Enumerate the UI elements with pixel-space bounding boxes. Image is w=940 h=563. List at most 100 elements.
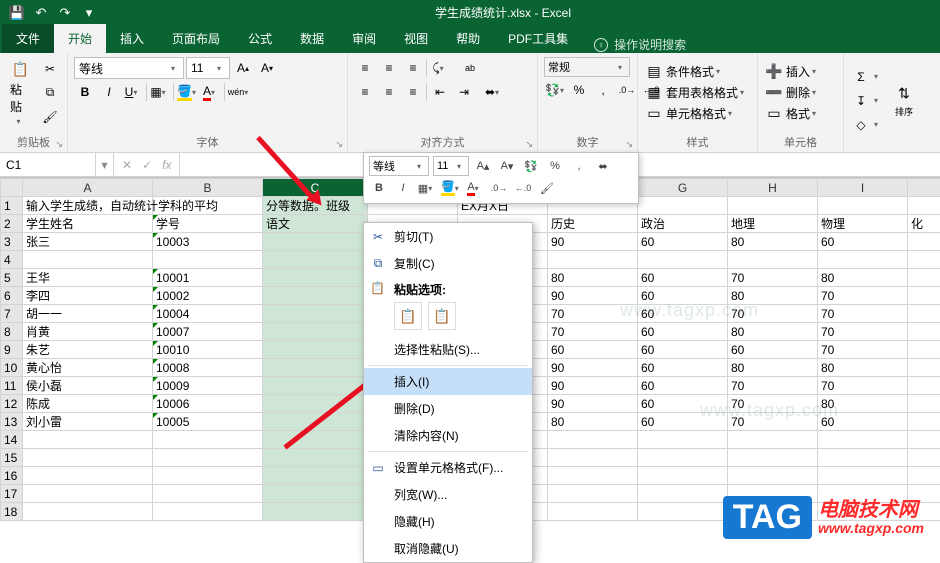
fill-color-icon[interactable]: 🪣▾	[176, 81, 198, 103]
cell[interactable]	[908, 413, 940, 431]
cell[interactable]	[908, 197, 940, 215]
cell[interactable]: 70	[818, 377, 908, 395]
tab-view[interactable]: 视图	[390, 24, 442, 53]
format-cells-button[interactable]: ▭格式▾	[764, 104, 820, 124]
column-header-B[interactable]: B	[153, 179, 263, 197]
tab-home[interactable]: 开始	[54, 24, 106, 53]
cell[interactable]	[638, 431, 728, 449]
clipboard-launcher-icon[interactable]: ↘	[55, 139, 63, 150]
cell[interactable]	[728, 449, 818, 467]
tab-data[interactable]: 数据	[286, 24, 338, 53]
cell[interactable]	[263, 305, 368, 323]
cell[interactable]: 政治	[638, 215, 728, 233]
cell[interactable]: 70	[818, 341, 908, 359]
tab-formulas[interactable]: 公式	[234, 24, 286, 53]
underline-button[interactable]: U▾	[122, 81, 144, 103]
mini-currency-icon[interactable]: 💱	[521, 156, 541, 176]
row-header[interactable]: 6	[1, 287, 23, 305]
mini-incdec-icon[interactable]: .0→	[489, 178, 509, 198]
row-header[interactable]: 7	[1, 305, 23, 323]
indent-inc-icon[interactable]: ⇥	[453, 81, 475, 103]
orientation-icon[interactable]: ⤹▾	[429, 57, 451, 79]
cell[interactable]: 10004	[153, 305, 263, 323]
cell[interactable]	[23, 467, 153, 485]
cell[interactable]	[908, 395, 940, 413]
align-launcher-icon[interactable]: ↘	[525, 139, 533, 150]
phonetic-icon[interactable]: wén▾	[227, 81, 249, 103]
copy-icon[interactable]: ⧉	[39, 82, 61, 104]
cell[interactable]	[263, 395, 368, 413]
column-header-A[interactable]: A	[23, 179, 153, 197]
sort-filter-button[interactable]: ⇅排序	[890, 81, 918, 120]
cell[interactable]: 10007	[153, 323, 263, 341]
select-all-corner[interactable]	[1, 179, 23, 197]
cell[interactable]	[908, 233, 940, 251]
cell[interactable]	[638, 251, 728, 269]
cell[interactable]: 70	[818, 305, 908, 323]
cell[interactable]	[263, 359, 368, 377]
cell[interactable]: 60	[548, 341, 638, 359]
cell[interactable]: 60	[638, 359, 728, 377]
inc-decimal-icon[interactable]: .0→	[616, 79, 638, 101]
row-header[interactable]: 1	[1, 197, 23, 215]
clear-icon[interactable]: ◇	[850, 114, 872, 136]
cell[interactable]	[908, 431, 940, 449]
cell[interactable]	[153, 431, 263, 449]
cell[interactable]	[908, 269, 940, 287]
align-bottom-icon[interactable]: ≡	[402, 57, 424, 79]
cell[interactable]: 90	[548, 377, 638, 395]
cell[interactable]: 10003	[153, 233, 263, 251]
cell[interactable]	[263, 287, 368, 305]
border-icon[interactable]: ▦▾	[149, 81, 171, 103]
menu-delete[interactable]: 删除(D)	[364, 395, 532, 422]
cell[interactable]	[908, 251, 940, 269]
percent-icon[interactable]: %	[568, 79, 590, 101]
tab-insert[interactable]: 插入	[106, 24, 158, 53]
column-header-G[interactable]: G	[638, 179, 728, 197]
align-top-icon[interactable]: ≡	[354, 57, 376, 79]
row-header[interactable]: 10	[1, 359, 23, 377]
cell[interactable]	[908, 449, 940, 467]
mini-decdec-icon[interactable]: ←.0	[513, 178, 533, 198]
cell[interactable]	[908, 341, 940, 359]
cell[interactable]: 80	[818, 359, 908, 377]
cell[interactable]	[263, 323, 368, 341]
cell[interactable]	[548, 449, 638, 467]
cell[interactable]	[263, 485, 368, 503]
menu-format-cells[interactable]: ▭设置单元格格式(F)...	[364, 454, 532, 481]
name-box[interactable]: C1	[0, 153, 96, 176]
paste-button[interactable]: 📋 粘贴 ▾	[6, 57, 35, 128]
name-box-dropdown-icon[interactable]: ▾	[96, 153, 114, 176]
cell[interactable]: 60	[638, 269, 728, 287]
cell[interactable]: 语文	[263, 215, 368, 233]
cell[interactable]	[548, 431, 638, 449]
cell[interactable]	[153, 449, 263, 467]
mini-merge-icon[interactable]: ⬌	[593, 156, 613, 176]
cell[interactable]	[548, 467, 638, 485]
cell[interactable]	[638, 197, 728, 215]
mini-dec-font-icon[interactable]: A▾	[497, 156, 517, 176]
cell[interactable]	[23, 251, 153, 269]
cell[interactable]	[263, 467, 368, 485]
cell[interactable]	[153, 251, 263, 269]
cell[interactable]: 60	[638, 233, 728, 251]
mini-border-icon[interactable]: ▦▾	[417, 178, 437, 198]
cell[interactable]	[638, 449, 728, 467]
menu-cut[interactable]: ✂剪切(T)	[364, 223, 532, 250]
cell[interactable]: 90	[548, 359, 638, 377]
font-launcher-icon[interactable]: ↘	[335, 139, 343, 150]
cell[interactable]: 10006	[153, 395, 263, 413]
mini-percent-icon[interactable]: %	[545, 156, 565, 176]
cell[interactable]: 张三	[23, 233, 153, 251]
cell[interactable]	[153, 503, 263, 521]
cell[interactable]	[638, 485, 728, 503]
cell[interactable]	[818, 197, 908, 215]
redo-icon[interactable]: ↷	[54, 2, 76, 24]
tell-me-search[interactable]: ♀ 操作说明搜索	[594, 36, 686, 53]
paste-keep-source-icon[interactable]: 📋	[394, 302, 422, 330]
cell[interactable]	[263, 431, 368, 449]
cell[interactable]	[728, 197, 818, 215]
cell[interactable]: 朱艺	[23, 341, 153, 359]
menu-unhide[interactable]: 取消隐藏(U)	[364, 535, 532, 562]
cell[interactable]	[908, 359, 940, 377]
